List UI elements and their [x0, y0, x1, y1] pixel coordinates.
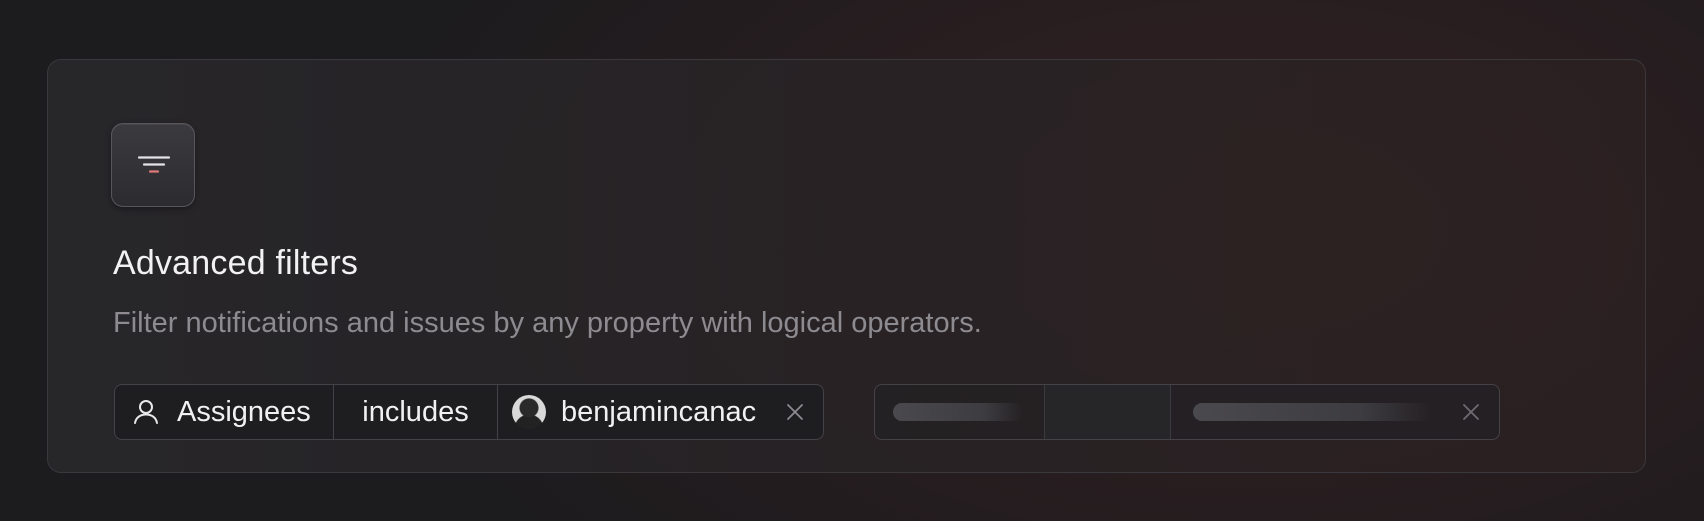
filter-chip: Assignees includes benjamincanac [114, 384, 824, 440]
filter-value-label: benjamincanac [561, 395, 757, 428]
filter-value[interactable]: benjamincanac [498, 385, 823, 439]
filter-icon-tile [111, 123, 195, 207]
close-icon [1463, 404, 1479, 420]
filter-operator[interactable]: includes [334, 385, 498, 439]
filter-property[interactable]: Assignees [115, 385, 334, 439]
placeholder-operator [1045, 385, 1171, 439]
skeleton-bar [893, 403, 1023, 421]
placeholder-filter-chip [874, 384, 1500, 440]
filter-icon [137, 156, 171, 173]
close-icon[interactable] [785, 402, 805, 422]
placeholder-value [1171, 385, 1499, 439]
feature-title: Advanced filters [113, 244, 359, 282]
filter-property-label: Assignees [177, 395, 311, 428]
avatar [512, 395, 546, 429]
filter-operator-label: includes [362, 395, 469, 428]
feature-description: Filter notifications and issues by any p… [113, 307, 982, 339]
skeleton-bar [1193, 403, 1433, 421]
placeholder-property [875, 385, 1045, 439]
user-icon [134, 400, 158, 424]
